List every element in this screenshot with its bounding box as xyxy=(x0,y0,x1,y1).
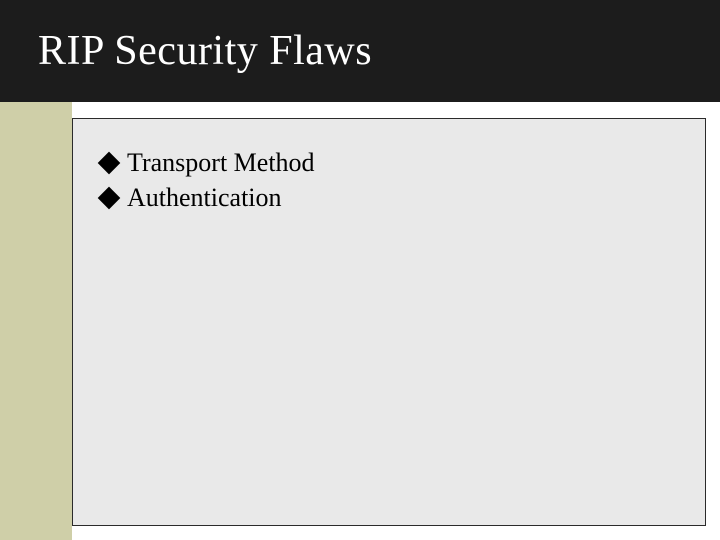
slide: RIP Security Flaws Transport Method Auth… xyxy=(0,0,720,540)
bullet-list: Transport Method Authentication xyxy=(101,145,677,215)
title-bar: RIP Security Flaws xyxy=(0,0,720,102)
diamond-bullet-icon xyxy=(98,186,121,209)
list-item: Transport Method xyxy=(101,145,677,180)
content-panel: Transport Method Authentication xyxy=(72,118,706,526)
slide-title: RIP Security Flaws xyxy=(38,27,372,75)
diamond-bullet-icon xyxy=(98,151,121,174)
left-sidebar-accent xyxy=(0,102,72,540)
list-item: Authentication xyxy=(101,180,677,215)
bullet-label: Transport Method xyxy=(127,145,315,180)
bullet-label: Authentication xyxy=(127,180,282,215)
